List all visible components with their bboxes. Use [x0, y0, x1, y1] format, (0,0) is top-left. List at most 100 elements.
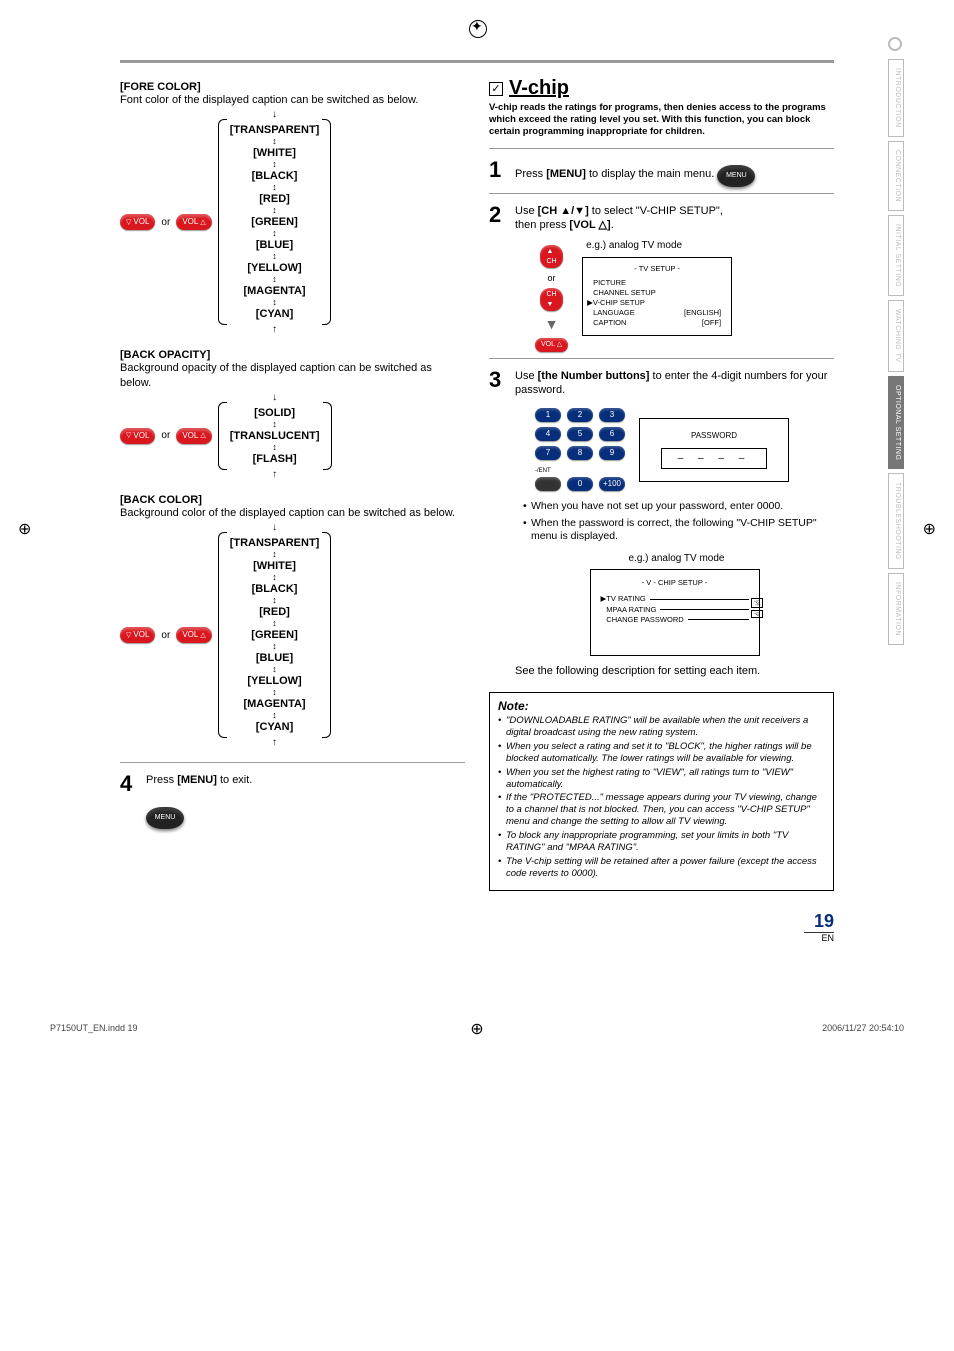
- screen-row-value: [OFF]: [702, 318, 721, 328]
- list-item: [WHITE]: [230, 559, 320, 573]
- page-number: 19 EN: [50, 911, 834, 943]
- num-9-button[interactable]: 9: [599, 446, 625, 460]
- step-text: Press: [515, 168, 546, 180]
- num-7-button[interactable]: 7: [535, 446, 561, 460]
- list-item: [TRANSLUCENT]: [230, 429, 320, 443]
- vol-up-button[interactable]: VOL: [176, 627, 211, 643]
- vol-down-button[interactable]: VOL: [120, 214, 155, 230]
- list-item: [RED]: [230, 192, 320, 206]
- screen-row-label: LANGUAGE: [593, 308, 635, 318]
- separator: [489, 193, 834, 194]
- step-text: to display the main menu.: [586, 168, 714, 180]
- vol-down-button[interactable]: VOL: [120, 627, 155, 643]
- num-plus100-button[interactable]: +100: [599, 477, 625, 491]
- list-item: [YELLOW]: [230, 674, 320, 688]
- step-text: Use: [515, 370, 538, 382]
- step-text-bold: [the Number buttons]: [538, 370, 650, 382]
- back-opacity-desc: Background opacity of the displayed capt…: [120, 361, 465, 390]
- or-text: or: [161, 630, 170, 641]
- fore-color-desc: Font color of the displayed caption can …: [120, 93, 465, 107]
- menu-button[interactable]: MENU: [146, 807, 184, 829]
- fore-color-heading: [FORE COLOR]: [120, 81, 465, 93]
- vchip-title: V-chip: [509, 77, 569, 100]
- screen-row-label: V-CHIP SETUP: [593, 298, 645, 307]
- footer-timestamp: 2006/11/27 20:54:10: [822, 1023, 904, 1033]
- tab-introduction[interactable]: INTRODUCTION: [888, 59, 904, 137]
- screen-row-label: TV RATING: [606, 594, 645, 604]
- back-opacity-heading: [BACK OPACITY]: [120, 349, 465, 361]
- step-number: 1: [489, 159, 507, 187]
- screen-row-label: MPAA RATING: [606, 605, 656, 615]
- page-number-value: 19: [814, 911, 834, 931]
- vol-down-button[interactable]: VOL: [120, 428, 155, 444]
- number-pad: 1 2 3 4 5 6 7 8 9: [535, 408, 625, 460]
- bullet-item: When the password is correct, the follow…: [523, 517, 834, 544]
- step3-bullets: When you have not set up your password, …: [523, 500, 834, 544]
- note-title: Note:: [498, 699, 825, 713]
- num-1-button[interactable]: 1: [535, 408, 561, 422]
- ent-label: -/ENT: [535, 468, 551, 474]
- note-item: "DOWNLOADABLE RATING" will be available …: [498, 715, 825, 739]
- step-2: 2 Use [CH ▲/▼] to select "V-CHIP SETUP",…: [489, 204, 834, 352]
- list-item: [RED]: [230, 605, 320, 619]
- list-item: [CYAN]: [230, 307, 320, 321]
- num-3-button[interactable]: 3: [599, 408, 625, 422]
- back-color-desc: Background color of the displayed captio…: [120, 506, 465, 520]
- step-number: 2: [489, 204, 507, 352]
- separator: [120, 762, 465, 763]
- vol-buttons: VOL or VOL: [120, 214, 212, 230]
- step-text: Use: [515, 205, 538, 217]
- ch-down-button[interactable]: CH▼: [540, 288, 562, 311]
- ent-button[interactable]: [535, 477, 561, 491]
- vol-buttons: VOL or VOL: [120, 428, 212, 444]
- tab-watching-tv[interactable]: WATCHING TV: [888, 300, 904, 372]
- tab-information[interactable]: INFORMATION: [888, 573, 904, 645]
- num-8-button[interactable]: 8: [567, 446, 593, 460]
- list-item: [BLACK]: [230, 169, 320, 183]
- step3-closing: See the following description for settin…: [515, 664, 834, 678]
- vchip-header: ✓ V-chip: [489, 77, 834, 100]
- step-number: 4: [120, 773, 138, 795]
- tab-connection[interactable]: CONNECTION: [888, 141, 904, 211]
- screen-row-value: [ENGLISH]: [684, 308, 721, 318]
- list-item: [BLUE]: [230, 238, 320, 252]
- step-text-bold: [CH ▲/▼]: [538, 205, 589, 217]
- side-labels: ঢ়া ঢ়: [751, 598, 762, 618]
- screen-title: - V - CHIP SETUP -: [601, 578, 749, 588]
- vol-up-button[interactable]: VOL: [176, 428, 211, 444]
- list-item: [GREEN]: [230, 628, 320, 642]
- back-color-list: ↓ [TRANSPARENT]↕ [WHITE]↕ [BLACK]↕ [RED]…: [230, 526, 320, 744]
- registration-mark-bottom: ⊕: [0, 1019, 954, 1039]
- fore-color-list: ↓ [TRANSPARENT]↕ [WHITE]↕ [BLACK]↕ [RED]…: [230, 113, 320, 331]
- tab-initial-setting[interactable]: INITIAL SETTING: [888, 215, 904, 296]
- step-4: 4 Press [MENU] to exit.: [120, 773, 465, 795]
- list-item: [SOLID]: [230, 406, 320, 420]
- ch-vol-remote-cluster: ▲CH or CH▼ ▼ VOL △: [535, 245, 568, 351]
- num-4-button[interactable]: 4: [535, 427, 561, 441]
- list-item: [MAGENTA]: [230, 697, 320, 711]
- list-item: [BLUE]: [230, 651, 320, 665]
- tab-troubleshooting[interactable]: TROUBLESHOOTING: [888, 473, 904, 569]
- tv-setup-screen: - TV SETUP - PICTURE CHANNEL SETUP ▶V-CH…: [582, 257, 732, 336]
- step-1: 1 Press [MENU] to display the main menu.…: [489, 159, 834, 187]
- step-text: Press: [146, 774, 177, 786]
- footer-filename: P7150UT_EN.indd 19: [50, 1023, 138, 1033]
- password-screen: PASSWORD – – – –: [639, 418, 789, 482]
- num-2-button[interactable]: 2: [567, 408, 593, 422]
- menu-button[interactable]: MENU: [717, 165, 755, 187]
- screen-row-label: CAPTION: [593, 318, 626, 328]
- tab-optional-setting[interactable]: OPTIONAL SETTING: [888, 376, 904, 469]
- back-opacity-cycle: VOL or VOL ↓ [SOLID]↕ [TRANSLUCENT]↕ [FL…: [120, 396, 465, 476]
- note-item: The V-chip setting will be retained afte…: [498, 856, 825, 880]
- note-item: When you set the highest rating to "VIEW…: [498, 767, 825, 791]
- fore-color-cycle: VOL or VOL ↓ [TRANSPARENT]↕ [WHITE]↕ [BL…: [120, 113, 465, 331]
- num-5-button[interactable]: 5: [567, 427, 593, 441]
- list-item: [CYAN]: [230, 720, 320, 734]
- vol-up-button[interactable]: VOL △: [535, 338, 568, 351]
- num-6-button[interactable]: 6: [599, 427, 625, 441]
- step-3: 3 Use [the Number buttons] to enter the …: [489, 369, 834, 685]
- right-column: INTRODUCTION CONNECTION INITIAL SETTING …: [489, 77, 834, 891]
- num-0-button[interactable]: 0: [567, 477, 593, 491]
- ch-up-button[interactable]: ▲CH: [540, 245, 562, 268]
- vol-up-button[interactable]: VOL: [176, 214, 211, 230]
